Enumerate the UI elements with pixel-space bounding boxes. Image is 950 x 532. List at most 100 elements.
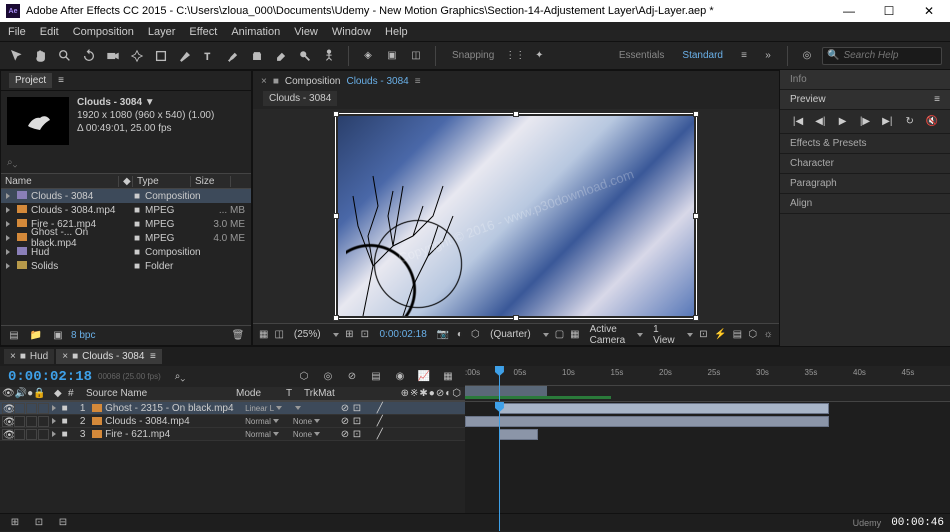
last-frame-button[interactable]: ▶| xyxy=(879,116,895,127)
menu-file[interactable]: File xyxy=(8,26,26,38)
search-input[interactable] xyxy=(843,50,937,61)
footer-timecode[interactable]: 0:00:02:18 xyxy=(376,329,431,340)
camera-tool[interactable] xyxy=(104,47,122,65)
rotate-tool[interactable] xyxy=(80,47,98,65)
col-mode[interactable]: Mode xyxy=(234,388,284,399)
layer-clip[interactable] xyxy=(499,429,538,440)
frame-blend-icon[interactable]: ▤ xyxy=(367,368,385,386)
pixel-aspect-icon[interactable]: ⊡ xyxy=(699,326,708,344)
col-trkmat[interactable]: TrkMat xyxy=(302,388,348,399)
workspace-essentials[interactable]: Essentials xyxy=(613,48,671,63)
snapping-toggle[interactable]: Snapping xyxy=(446,48,500,63)
puppet-tool[interactable] xyxy=(320,47,338,65)
align-panel-tab[interactable]: Align xyxy=(780,194,950,214)
pan-behind-tool[interactable] xyxy=(128,47,146,65)
delete-icon[interactable]: 🗑 xyxy=(229,327,247,345)
workspace-more-icon[interactable]: » xyxy=(759,47,777,65)
draft-3d-icon[interactable]: ◎ xyxy=(319,368,337,386)
text-tool[interactable]: T xyxy=(200,47,218,65)
menu-effect[interactable]: Effect xyxy=(189,26,217,38)
new-comp-icon[interactable]: ▣ xyxy=(49,327,67,345)
preview-frame[interactable]: Copyright © 2016 - www.p30download.com xyxy=(338,116,694,316)
mute-button[interactable]: 🔇 xyxy=(924,116,940,127)
brush-tool[interactable] xyxy=(224,47,242,65)
prev-frame-button[interactable]: ◀| xyxy=(812,116,828,127)
zoom-tool[interactable] xyxy=(56,47,74,65)
roi-icon[interactable]: ▢ xyxy=(555,326,564,344)
camera-select[interactable]: Active Camera xyxy=(586,324,630,346)
menu-edit[interactable]: Edit xyxy=(40,26,59,38)
brainstorm-icon[interactable]: ▦ xyxy=(439,368,457,386)
col-name[interactable]: Name xyxy=(1,176,119,187)
work-area-bar[interactable] xyxy=(465,386,547,396)
layer-clip[interactable] xyxy=(465,416,829,427)
close-tab-icon[interactable]: × xyxy=(261,76,267,87)
res-half-icon[interactable]: ⊡ xyxy=(360,326,369,344)
col-source-name[interactable]: Source Name xyxy=(84,388,234,399)
local-axis-icon[interactable]: ◈ xyxy=(359,47,377,65)
timeline-tab[interactable]: ×■Clouds - 3084 ≡ xyxy=(56,349,162,364)
composition-viewer[interactable]: Copyright © 2016 - www.p30download.com xyxy=(253,109,779,323)
workspace-menu-icon[interactable]: ≡ xyxy=(735,47,753,65)
search-help[interactable]: 🔍 xyxy=(822,47,942,65)
flowchart-tab[interactable]: Clouds - 3084 xyxy=(263,91,337,106)
toggle-in-out-icon[interactable]: ⊟ xyxy=(54,514,72,532)
project-row[interactable]: Clouds - 3084.mp4■MPEG... MB xyxy=(1,203,251,217)
view-select[interactable]: 1 View xyxy=(649,324,679,346)
color-mgmt-icon[interactable]: ⬡ xyxy=(471,326,480,344)
current-timecode[interactable]: 0:00:02:18 xyxy=(8,369,92,385)
character-panel-tab[interactable]: Character xyxy=(780,154,950,174)
composition-thumbnail[interactable] xyxy=(7,97,69,145)
resolution-select[interactable]: (Quarter) xyxy=(486,329,535,340)
roto-brush-tool[interactable] xyxy=(296,47,314,65)
fast-preview-icon[interactable]: ⚡ xyxy=(714,326,726,344)
sync-icon[interactable]: ◎ xyxy=(798,47,816,65)
new-folder-icon[interactable]: 📁 xyxy=(27,327,45,345)
menu-composition[interactable]: Composition xyxy=(73,26,134,38)
timeline-search-icon[interactable]: ⌕⌄ xyxy=(175,371,185,382)
layer-clip[interactable] xyxy=(499,403,829,414)
motion-blur-icon[interactable]: ◉ xyxy=(391,368,409,386)
menu-window[interactable]: Window xyxy=(332,26,371,38)
info-panel-tab[interactable]: Info xyxy=(780,70,950,90)
layer-row[interactable]: 👁■3Fire - 621.mp4NormalNone⊘⊡╱ xyxy=(0,428,465,441)
paragraph-panel-tab[interactable]: Paragraph xyxy=(780,174,950,194)
menu-view[interactable]: View xyxy=(294,26,318,38)
play-button[interactable]: ▶ xyxy=(835,116,851,127)
minimize-button[interactable]: — xyxy=(834,4,864,18)
preview-panel-tab[interactable]: Preview≡ xyxy=(780,90,950,110)
eraser-tool[interactable] xyxy=(272,47,290,65)
hand-tool[interactable] xyxy=(32,47,50,65)
clone-stamp-tool[interactable] xyxy=(248,47,266,65)
timeline-tab[interactable]: ×■Hud xyxy=(4,349,54,364)
toggle-switches-icon[interactable]: ⊞ xyxy=(6,514,24,532)
timeline-icon[interactable]: ▤ xyxy=(733,326,742,344)
close-button[interactable]: ✕ xyxy=(914,4,944,18)
world-axis-icon[interactable]: ▣ xyxy=(383,47,401,65)
toggle-modes-icon[interactable]: ⊡ xyxy=(30,514,48,532)
project-row[interactable]: Solids■Folder xyxy=(1,259,251,273)
layer-row[interactable]: 👁■1Ghost - 2315 - On black.mp4Linear L⊘⊡… xyxy=(0,402,465,415)
selection-tool[interactable] xyxy=(8,47,26,65)
first-frame-button[interactable]: |◀ xyxy=(790,116,806,127)
project-tab[interactable]: Project xyxy=(9,73,52,88)
toggle-alpha-icon[interactable]: ▦ xyxy=(259,326,268,344)
maximize-button[interactable]: ☐ xyxy=(874,4,904,18)
project-row[interactable]: Ghost -... On black.mp4■MPEG4.0 ME xyxy=(1,231,251,245)
snap-icon[interactable]: ⋮⋮ xyxy=(506,47,524,65)
zoom-select[interactable]: (25%) xyxy=(290,329,325,340)
playhead[interactable] xyxy=(499,366,500,401)
project-row[interactable]: Clouds - 3084■Composition xyxy=(1,189,251,203)
menu-animation[interactable]: Animation xyxy=(231,26,280,38)
snap-settings-icon[interactable]: ✦ xyxy=(530,47,548,65)
col-label-icon[interactable]: ◆ xyxy=(119,176,133,187)
snapshot-icon[interactable]: 📷 xyxy=(437,326,449,344)
composition-tab-name[interactable]: Clouds - 3084 xyxy=(346,76,408,87)
layer-row[interactable]: 👁■2Clouds - 3084.mp4NormalNone⊘⊡╱ xyxy=(0,415,465,428)
shape-tool[interactable] xyxy=(152,47,170,65)
interpret-footage-icon[interactable]: ▤ xyxy=(5,327,23,345)
graph-editor-icon[interactable]: 📈 xyxy=(415,368,433,386)
project-search[interactable]: ⌕⌄ xyxy=(1,151,251,173)
next-frame-button[interactable]: |▶ xyxy=(857,116,873,127)
pen-tool[interactable] xyxy=(176,47,194,65)
